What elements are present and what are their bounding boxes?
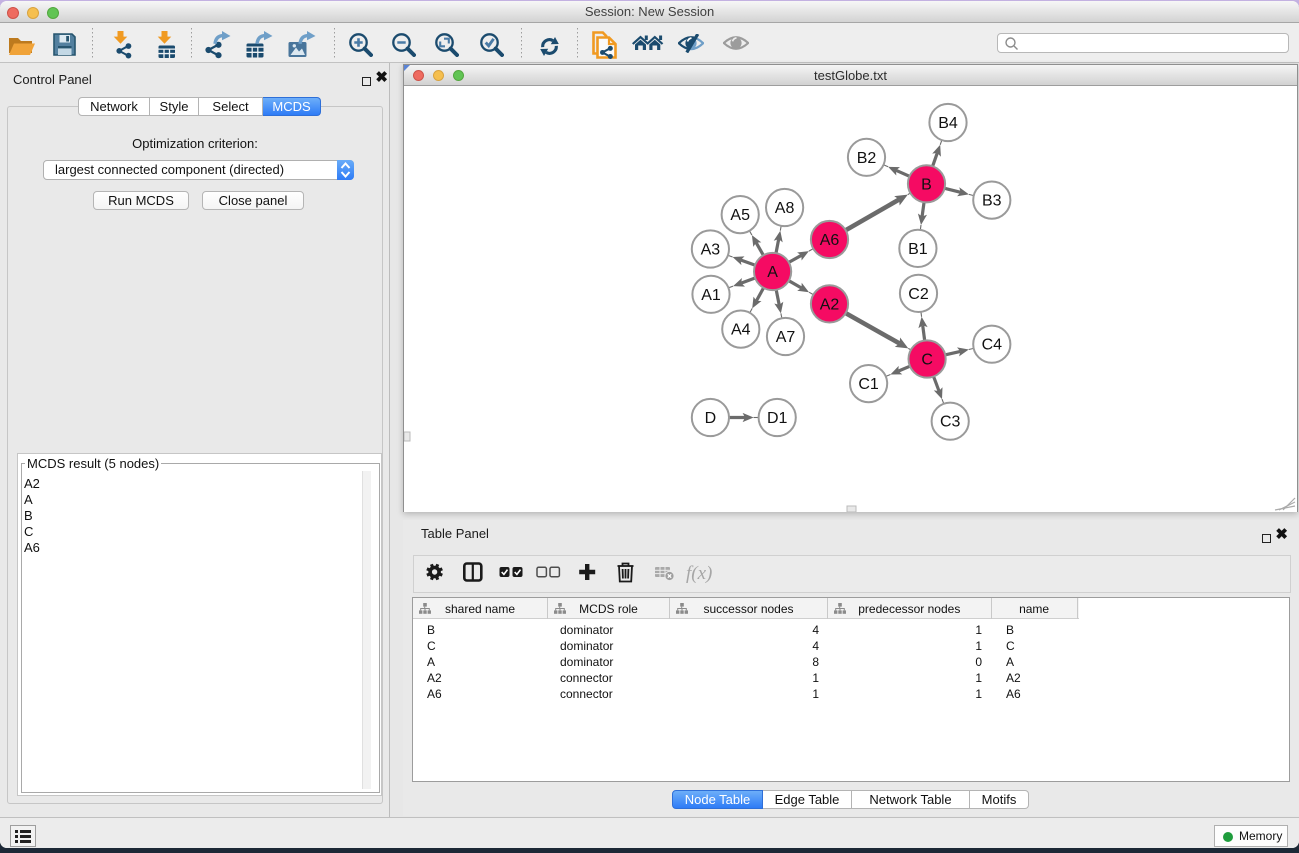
svg-text:A1: A1 [701, 287, 721, 304]
svg-text:C2: C2 [908, 286, 929, 303]
svg-text:A: A [767, 264, 778, 281]
svg-text:A4: A4 [731, 322, 751, 339]
svg-text:B1: B1 [908, 241, 928, 258]
svg-text:A3: A3 [701, 242, 721, 259]
svg-text:A6: A6 [820, 232, 840, 249]
svg-text:C: C [921, 352, 933, 369]
svg-text:A7: A7 [776, 329, 796, 346]
svg-text:B: B [921, 176, 932, 193]
svg-text:D: D [705, 410, 717, 427]
svg-text:A5: A5 [730, 207, 750, 224]
svg-text:D1: D1 [767, 410, 788, 427]
svg-text:C1: C1 [858, 376, 879, 393]
svg-text:A2: A2 [820, 296, 840, 313]
svg-text:B2: B2 [857, 150, 877, 167]
svg-text:f(x): f(x) [686, 563, 712, 584]
svg-text:B4: B4 [938, 115, 958, 132]
svg-text:A8: A8 [775, 200, 795, 217]
svg-text:C4: C4 [982, 337, 1003, 354]
svg-text:B3: B3 [982, 193, 1002, 210]
svg-text:C3: C3 [940, 414, 961, 431]
